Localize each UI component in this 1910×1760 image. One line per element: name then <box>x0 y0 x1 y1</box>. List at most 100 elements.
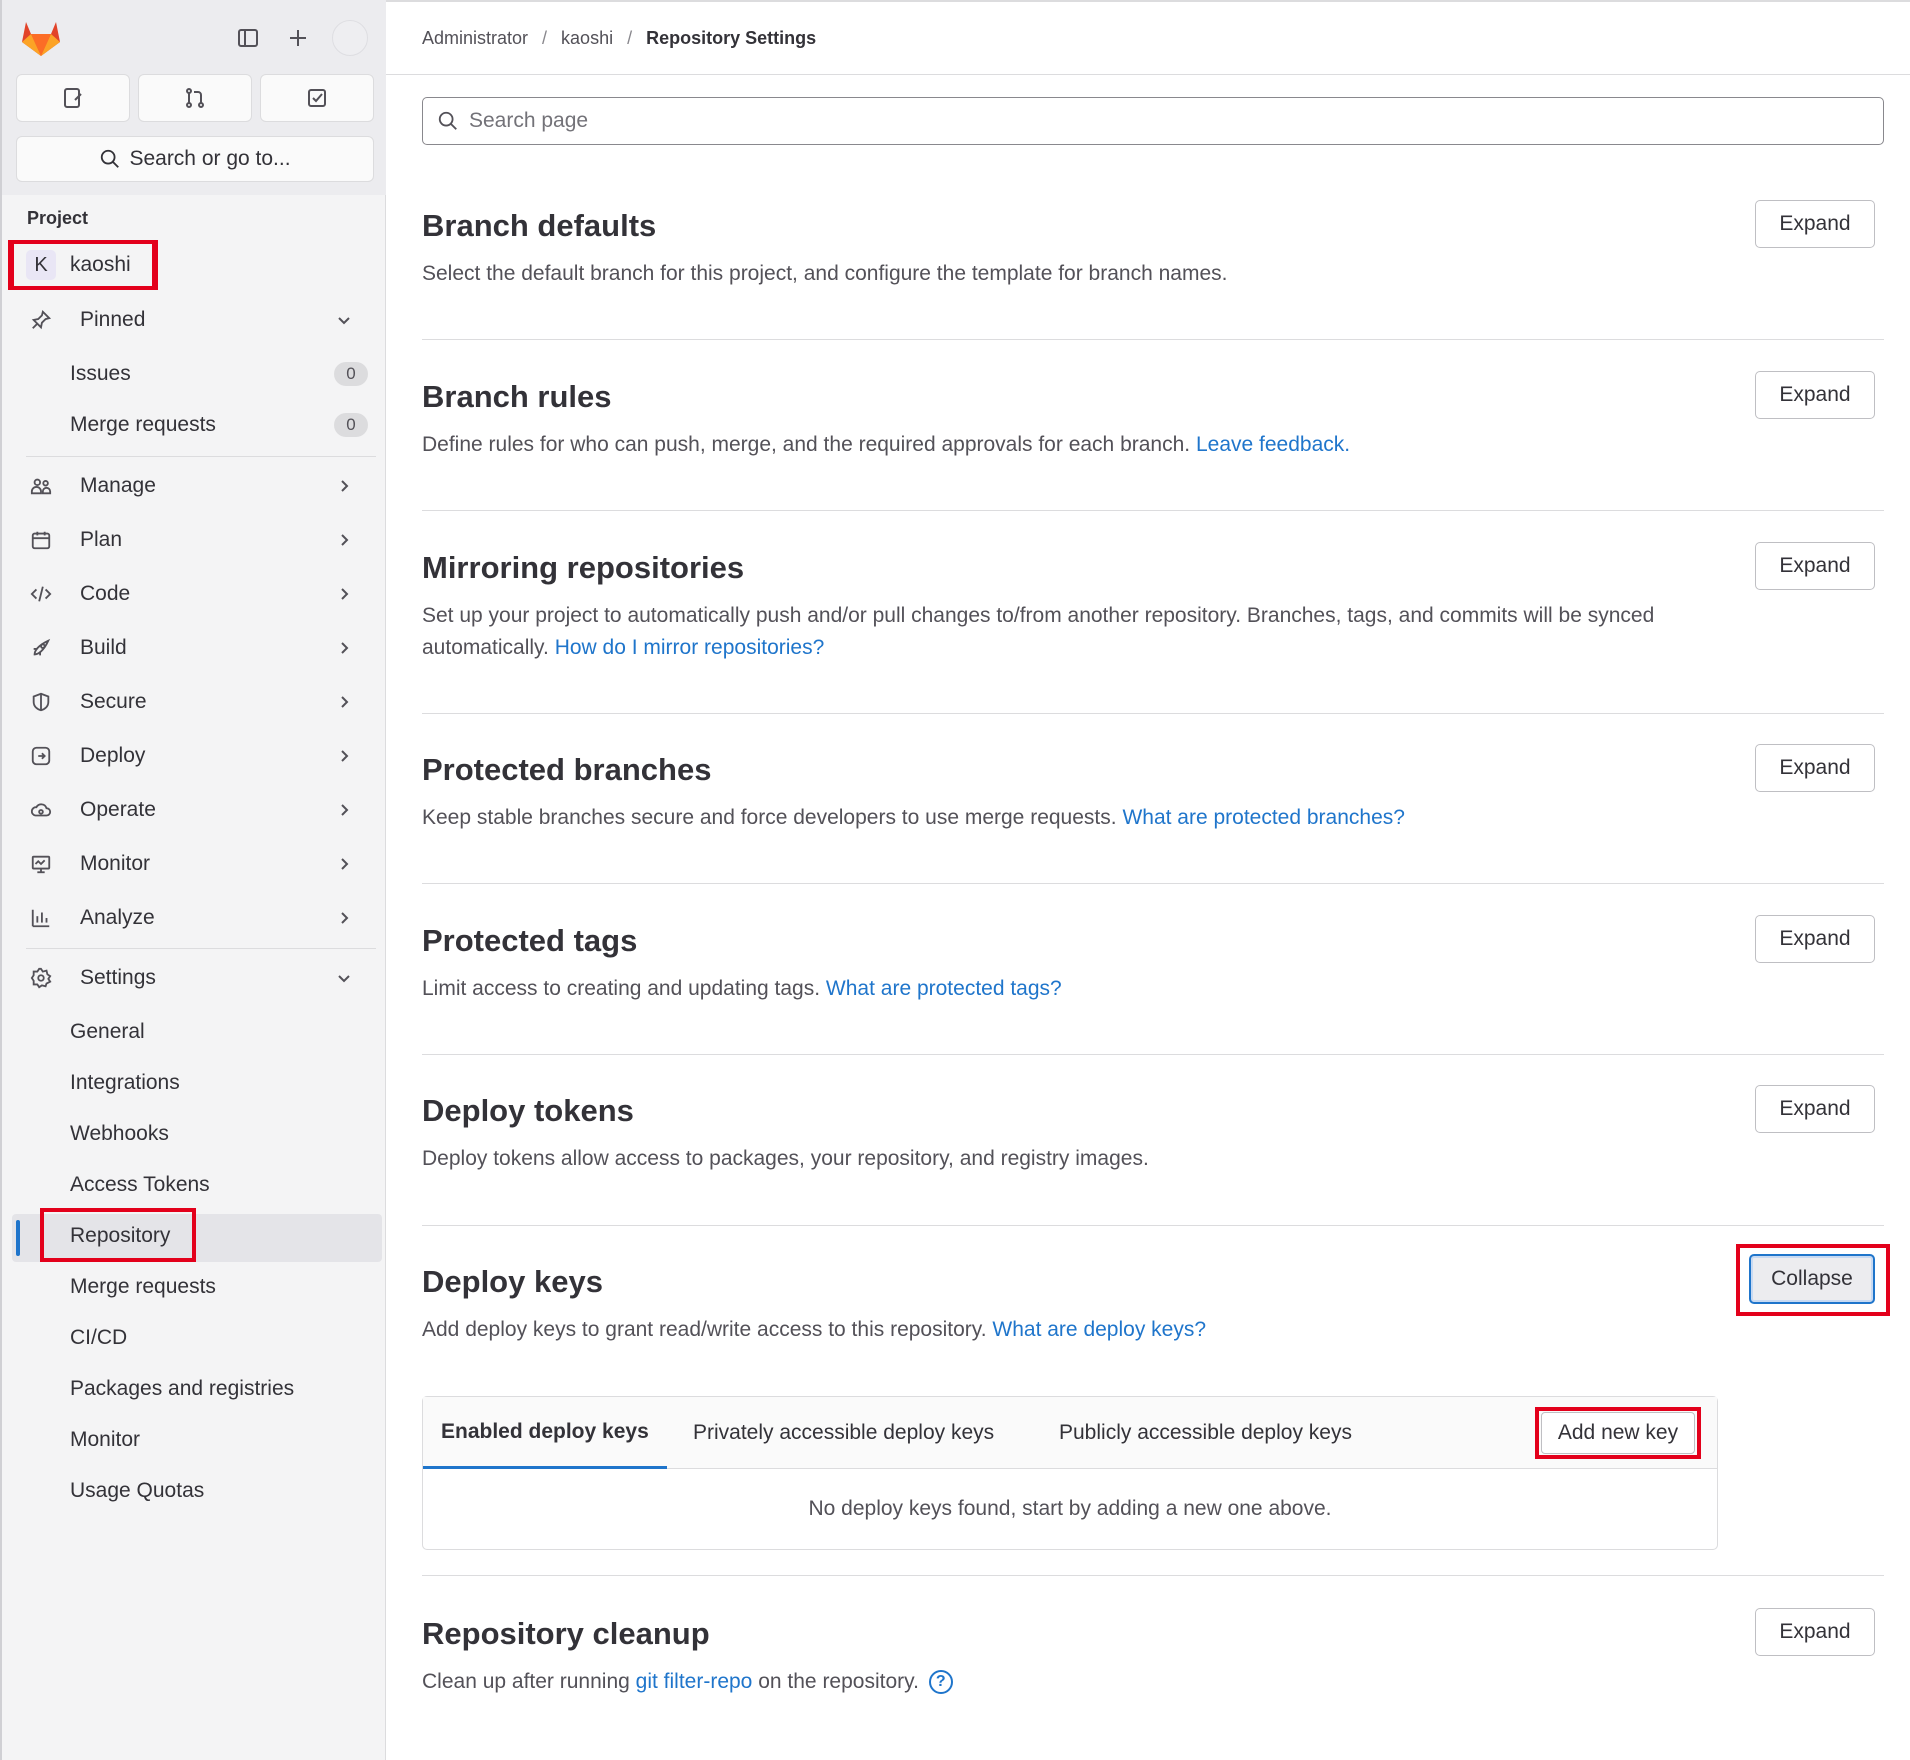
section-title: Protected tags <box>422 923 638 958</box>
sidebar-item-label: Manage <box>80 474 156 497</box>
expand-button[interactable]: Expand <box>1755 542 1875 590</box>
section-title: Protected branches <box>422 752 712 787</box>
sidebar-item-label: Operate <box>80 798 156 821</box>
todos-shortcut-button[interactable] <box>260 74 374 122</box>
description-text: Add deploy keys to grant read/write acce… <box>422 1318 987 1341</box>
highlight-repository <box>40 1208 196 1262</box>
sidebar-item-settings-merge-requests[interactable]: Merge requests <box>16 1265 376 1309</box>
tab-enabled-deploy-keys[interactable]: Enabled deploy keys <box>423 1397 667 1469</box>
sidebar-item-manage[interactable]: Manage <box>16 464 376 508</box>
chevron-right-icon <box>341 588 349 600</box>
shield-icon <box>26 687 56 717</box>
section-divider <box>422 713 1884 714</box>
chevron-right-icon <box>341 642 349 654</box>
tab-privately-accessible-deploy-keys[interactable]: Privately accessible deploy keys <box>675 1397 1012 1469</box>
section-divider <box>422 1225 1884 1226</box>
section-description: Deploy tokens allow access to packages, … <box>422 1143 1722 1175</box>
sidebar-item-pinned[interactable]: Pinned <box>16 298 376 342</box>
issues-shortcut-button[interactable] <box>16 74 130 122</box>
merge-request-icon <box>186 88 204 108</box>
add-new-key-button[interactable]: Add new key <box>1541 1412 1695 1454</box>
sidebar-item-label: CI/CD <box>70 1326 128 1349</box>
issue-icon <box>64 88 82 108</box>
sidebar-item-integrations[interactable]: Integrations <box>16 1061 376 1105</box>
section-divider <box>422 883 1884 884</box>
merge-requests-shortcut-button[interactable] <box>138 74 252 122</box>
expand-button[interactable]: Expand <box>1755 744 1875 792</box>
sidebar-item-plan[interactable]: Plan <box>16 518 376 562</box>
sidebar-item-merge-requests[interactable]: Merge requests 0 <box>16 403 376 447</box>
sidebar-item-label: Pinned <box>80 308 146 331</box>
description-text: Keep stable branches secure and force de… <box>422 806 1117 829</box>
sidebar-item-label: Issues <box>70 362 131 385</box>
section-description: Set up your project to automatically pus… <box>422 600 1682 664</box>
protected-tags-help-link[interactable]: What are protected tags? <box>826 977 1062 1000</box>
sidebar-item-label: Access Tokens <box>70 1173 210 1196</box>
sidebar-item-label: Deploy <box>80 744 146 767</box>
chevron-right-icon <box>341 534 349 546</box>
users-icon <box>26 471 56 501</box>
sidebar-item-analyze[interactable]: Analyze <box>16 896 376 940</box>
section-title: Branch rules <box>422 379 612 414</box>
calendar-icon <box>26 525 56 555</box>
protected-branches-help-link[interactable]: What are protected branches? <box>1122 806 1405 829</box>
sidebar-item-issues[interactable]: Issues 0 <box>16 352 376 396</box>
breadcrumb: Administrator / kaoshi / Repository Sett… <box>422 28 816 49</box>
section-label-project: Project <box>27 208 89 228</box>
sidebar-item-code[interactable]: Code <box>16 572 376 616</box>
sidebar-item-deploy[interactable]: Deploy <box>16 734 376 778</box>
gitlab-logo-icon[interactable] <box>20 18 62 58</box>
sidebar-item-monitor[interactable]: Monitor <box>16 842 376 886</box>
sidebar-item-operate[interactable]: Operate <box>16 788 376 832</box>
expand-button[interactable]: Expand <box>1755 200 1875 248</box>
expand-button[interactable]: Expand <box>1755 915 1875 963</box>
section-repository-cleanup: Repository cleanup Clean up after runnin… <box>422 1608 1884 1718</box>
sidebar-item-label: Plan <box>80 528 123 551</box>
user-avatar[interactable] <box>332 20 368 56</box>
sidebar-item-label: Settings <box>80 966 156 989</box>
breadcrumb-item-project[interactable]: kaoshi <box>561 28 613 49</box>
sidebar-item-ci-cd[interactable]: CI/CD <box>16 1316 376 1360</box>
empty-state-message: No deploy keys found, start by adding a … <box>423 1469 1717 1549</box>
collapse-button[interactable]: Collapse <box>1749 1254 1875 1304</box>
breadcrumb-item-administrator[interactable]: Administrator <box>422 28 528 49</box>
expand-button[interactable]: Expand <box>1755 1085 1875 1133</box>
mirror-help-link[interactable]: How do I mirror repositories? <box>555 636 825 659</box>
sidebar-item-label: Code <box>80 582 131 605</box>
breadcrumb-item-current[interactable]: Repository Settings <box>646 28 816 49</box>
expand-button[interactable]: Expand <box>1755 371 1875 419</box>
plus-icon[interactable] <box>282 22 314 54</box>
sidebar-item-secure[interactable]: Secure <box>16 680 376 724</box>
chevron-right-icon <box>341 804 349 816</box>
highlight-project <box>8 240 156 290</box>
section-description: Add deploy keys to grant read/write acce… <box>422 1314 1722 1346</box>
search-page-input[interactable]: Search page <box>422 97 1884 145</box>
sidebar-item-general[interactable]: General <box>16 1010 376 1054</box>
section-description: Keep stable branches secure and force de… <box>422 802 1722 834</box>
section-divider <box>422 1575 1884 1576</box>
question-circle-icon[interactable]: ? <box>928 1670 953 1695</box>
section-title: Branch defaults <box>422 208 657 243</box>
tab-publicly-accessible-deploy-keys[interactable]: Publicly accessible deploy keys <box>1041 1397 1370 1469</box>
sidebar-item-webhooks[interactable]: Webhooks <box>16 1112 376 1156</box>
expand-button[interactable]: Expand <box>1755 1608 1875 1656</box>
section-branch-rules: Branch rules Define rules for who can pu… <box>422 371 1884 511</box>
chevron-down-icon <box>338 317 350 325</box>
rocket-icon <box>26 633 56 663</box>
chevron-right-icon <box>341 696 349 708</box>
sidebar-item-settings-monitor[interactable]: Monitor <box>16 1418 376 1462</box>
sidebar-item-access-tokens[interactable]: Access Tokens <box>16 1163 376 1207</box>
description-text: Define rules for who can push, merge, an… <box>422 433 1191 456</box>
cloud-gear-icon <box>26 795 56 825</box>
git-filter-repo-link[interactable]: git filter-repo <box>636 1670 753 1693</box>
chevron-right-icon <box>341 858 349 870</box>
sidebar-item-build[interactable]: Build <box>16 626 376 670</box>
sidebar-item-settings[interactable]: Settings <box>16 956 376 1000</box>
sidebar-toggle-icon[interactable] <box>232 22 264 54</box>
global-search-button[interactable]: Search or go to... <box>16 136 374 182</box>
sidebar-item-usage-quotas[interactable]: Usage Quotas <box>16 1469 376 1513</box>
leave-feedback-link[interactable]: Leave feedback. <box>1196 433 1350 456</box>
sidebar-item-packages-registries[interactable]: Packages and registries <box>16 1367 376 1411</box>
deploy-keys-help-link[interactable]: What are deploy keys? <box>992 1318 1206 1341</box>
section-description: Clean up after running git filter-repo o… <box>422 1666 1722 1698</box>
